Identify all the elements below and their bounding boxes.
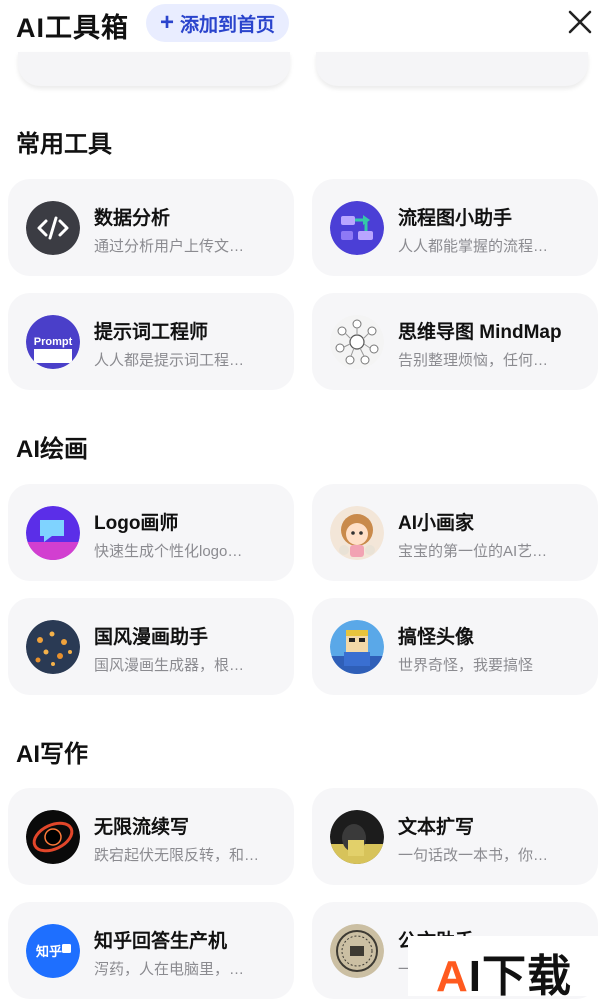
code-icon xyxy=(26,201,80,255)
add-to-home-label: 添加到首页 xyxy=(180,14,276,36)
section-title-common-tools: 常用工具 xyxy=(16,131,112,158)
tool-desc: 一句话改一本书，你… xyxy=(398,847,549,864)
tool-name: Logo画师 xyxy=(94,513,179,534)
little-painter-icon xyxy=(330,506,384,560)
zhihu-icon-label: 知乎 xyxy=(36,944,62,960)
tool-name: 文本扩写 xyxy=(398,817,475,838)
plus-icon: + xyxy=(160,9,175,36)
tool-name: 知乎回答生产机 xyxy=(94,931,228,952)
black-hole-icon xyxy=(26,810,80,864)
tool-desc: 人人都是提示词工程… xyxy=(94,352,245,369)
add-to-home-button[interactable]: + 添加到首页 xyxy=(146,4,290,42)
funny-avatar-icon xyxy=(330,620,384,674)
tool-desc: 跌宕起伏无限反转，和… xyxy=(94,847,260,864)
tool-desc: 人人都能掌握的流程… xyxy=(398,238,549,255)
tool-card-ai-little-painter[interactable]: AI小画家 宝宝的第一位的AI艺… xyxy=(312,484,598,581)
tool-desc: 泻药，人在电脑里，… xyxy=(94,961,245,978)
tool-name: 流程图小助手 xyxy=(398,208,513,229)
site-watermark: AI下载 xyxy=(408,936,608,1001)
section-title-ai-painting: AI绘画 xyxy=(16,436,88,463)
tool-name: AI小画家 xyxy=(398,513,475,534)
tool-card-prompt-engineer[interactable]: Prompt 提示词工程师 人人都是提示词工程… xyxy=(8,293,294,390)
tool-desc: 快速生成个性化logo… xyxy=(94,543,243,560)
logo-painter-icon xyxy=(26,506,80,560)
flowchart-icon xyxy=(330,201,384,255)
page-title: AI工具箱 xyxy=(16,13,129,43)
section-title-ai-writing: AI写作 xyxy=(16,741,88,768)
lanterns-icon xyxy=(26,620,80,674)
tool-card-zhihu-answer[interactable]: 知乎 知乎回答生产机 泻药，人在电脑里，… xyxy=(8,902,294,999)
header: AI工具箱 + 添加到首页 xyxy=(0,0,608,52)
tool-card-mindmap[interactable]: 思维导图 MindMap 告别整理烦恼，任何… xyxy=(312,293,598,390)
tool-name: 数据分析 xyxy=(94,208,171,229)
tool-desc: 通过分析用户上传文… xyxy=(94,238,245,255)
tool-desc: 世界奇怪，我要搞怪 xyxy=(398,657,534,674)
tool-card-funny-avatar[interactable]: 搞怪头像 世界奇怪，我要搞怪 xyxy=(312,598,598,695)
tool-desc: 宝宝的第一位的AI艺… xyxy=(398,543,548,560)
tool-name: 搞怪头像 xyxy=(398,627,475,648)
zhihu-icon: 知乎 xyxy=(26,924,80,978)
mindmap-icon xyxy=(330,315,384,369)
prompt-icon: Prompt xyxy=(26,315,80,369)
tool-card-text-expansion[interactable]: 文本扩写 一句话改一本书，你… xyxy=(312,788,598,885)
tool-desc: 告别整理烦恼，任何… xyxy=(398,352,549,369)
text-expansion-icon xyxy=(330,810,384,864)
close-icon[interactable] xyxy=(566,8,594,36)
tool-name: 提示词工程师 xyxy=(94,322,209,343)
tool-card-guofeng-comic[interactable]: 国风漫画助手 国风漫画生成器，根… xyxy=(8,598,294,695)
tool-card-flowchart[interactable]: 流程图小助手 人人都能掌握的流程… xyxy=(312,179,598,276)
tool-desc: 国风漫画生成器，根… xyxy=(94,657,245,674)
watermark-rest: I下载 xyxy=(468,952,573,1001)
tool-name: 无限流续写 xyxy=(94,817,190,838)
tool-name: 思维导图 MindMap xyxy=(398,322,562,343)
watermark-text: AI下载 xyxy=(436,940,572,1004)
document-seal-icon xyxy=(330,924,384,978)
tool-card-data-analysis[interactable]: 数据分析 通过分析用户上传文… xyxy=(8,179,294,276)
card-peek-right xyxy=(316,52,588,86)
tool-name: 国风漫画助手 xyxy=(94,627,209,648)
card-peek-left xyxy=(18,52,290,86)
tool-card-infinite-continuation[interactable]: 无限流续写 跌宕起伏无限反转，和… xyxy=(8,788,294,885)
prompt-icon-label: Prompt xyxy=(34,336,73,348)
watermark-letter-a: A xyxy=(436,952,469,1001)
tool-card-logo-painter[interactable]: Logo画师 快速生成个性化logo… xyxy=(8,484,294,581)
